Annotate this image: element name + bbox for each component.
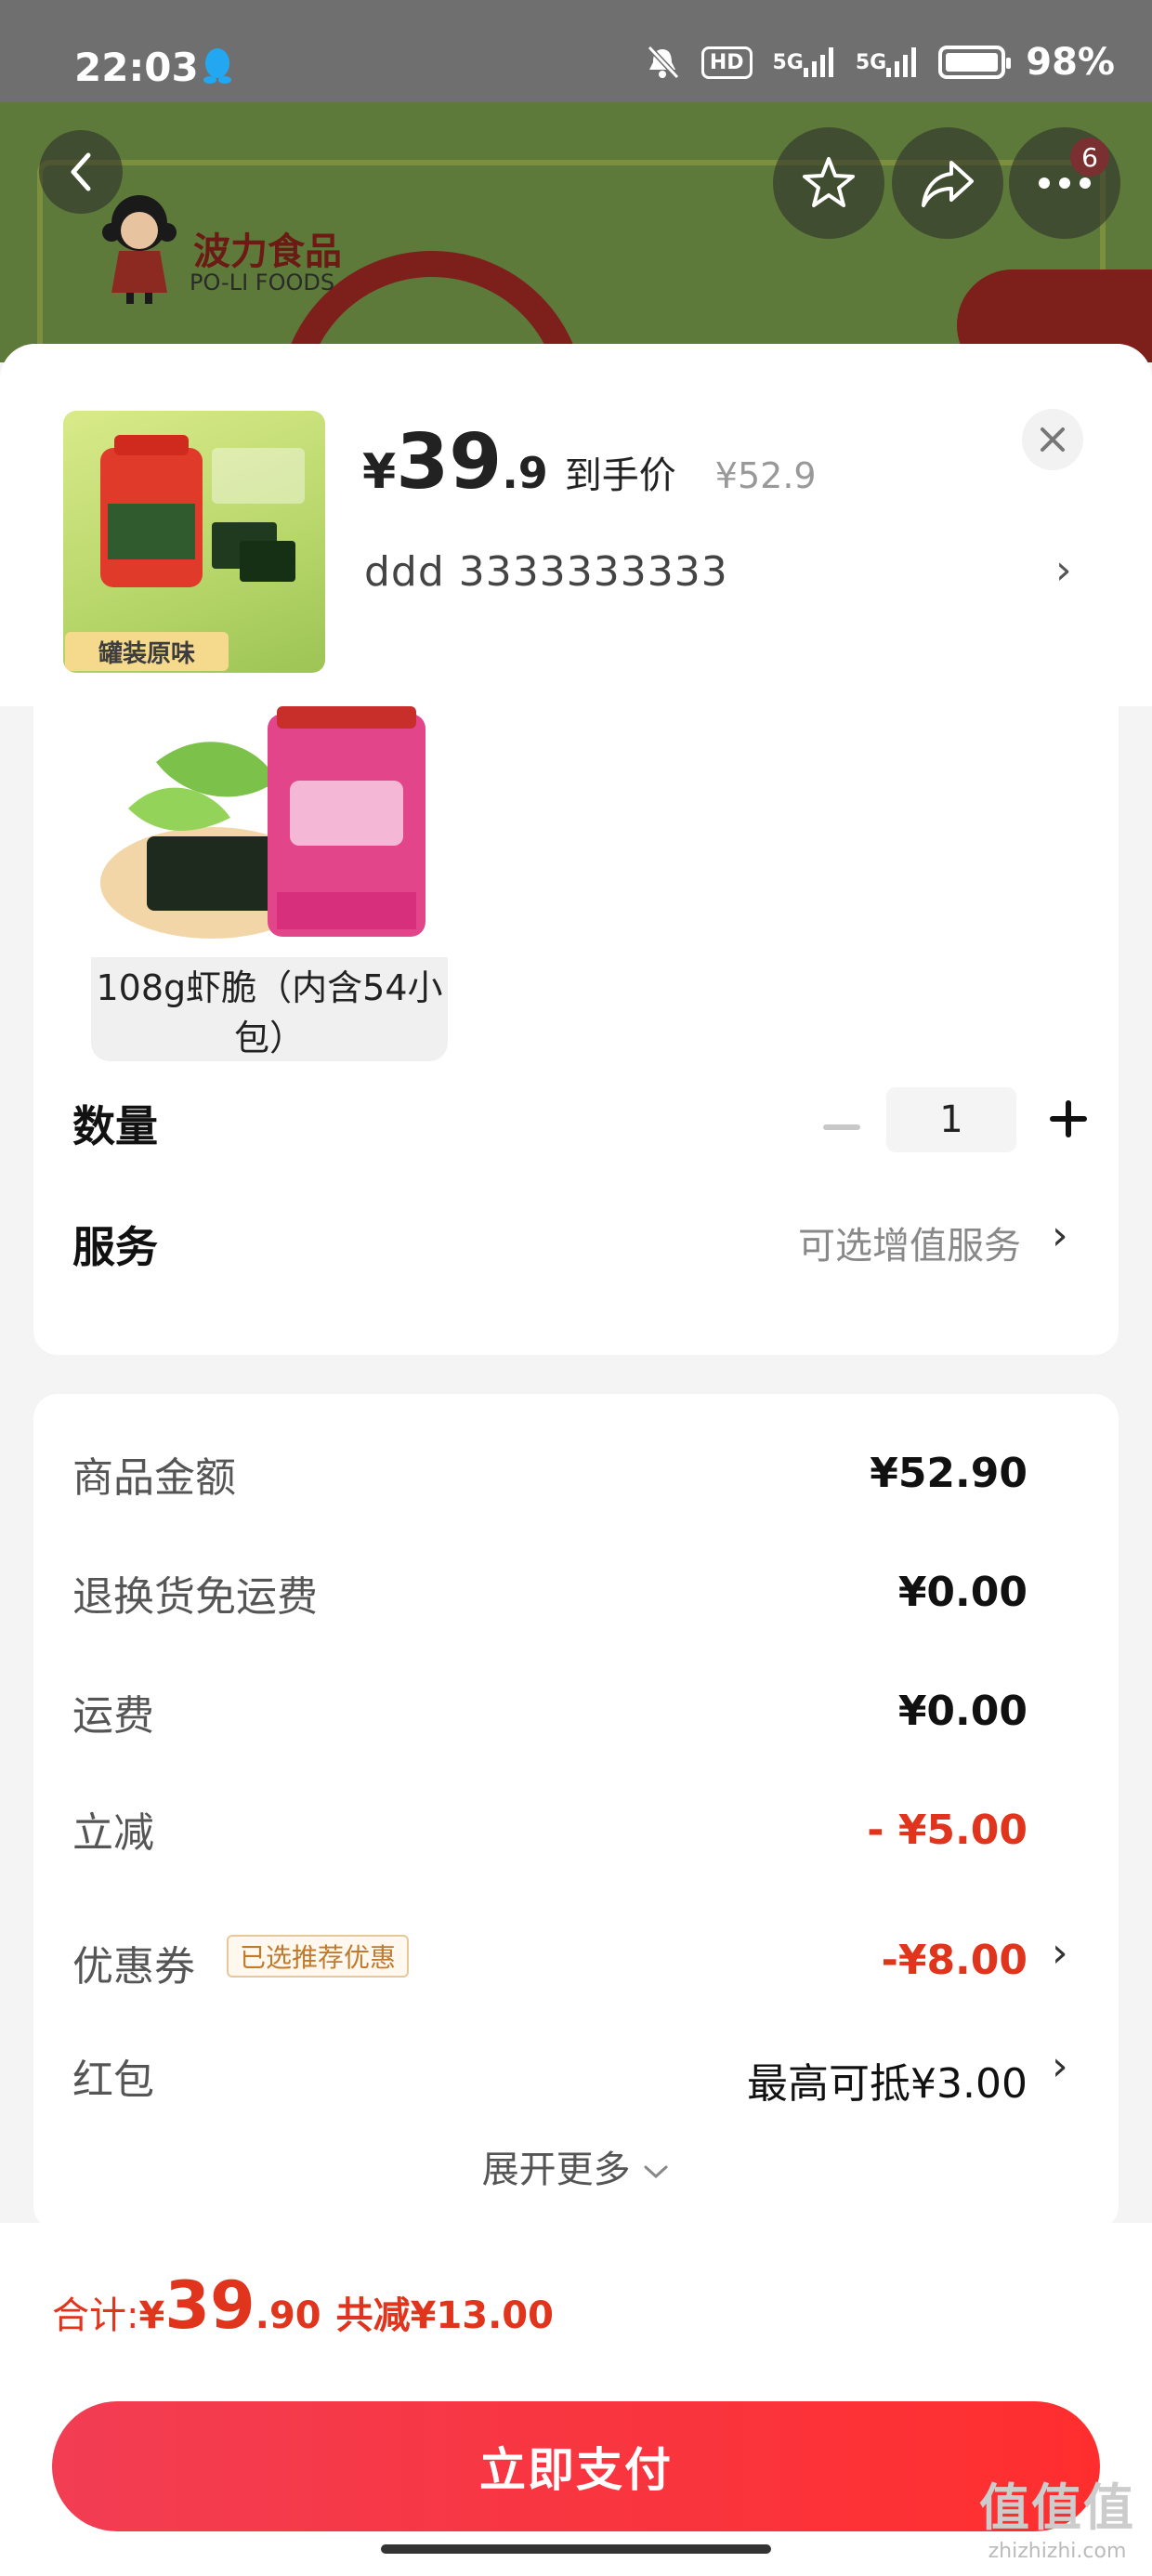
chevron-right-icon[interactable]: › — [1052, 2043, 1068, 2090]
total-label: 合计: — [52, 2294, 139, 2337]
goods-amount-value: ¥52.90 — [870, 1450, 1028, 1497]
signal-5g-icon-2: 5G — [856, 47, 918, 77]
coupon-value[interactable]: -¥8.00 — [882, 1937, 1028, 1984]
close-icon — [1041, 427, 1065, 452]
total-saved: 共减¥13.00 — [335, 2294, 554, 2337]
price-decimal: .9 — [502, 448, 548, 498]
bell-mute-icon — [647, 45, 680, 80]
shipping-value: ¥0.00 — [897, 1688, 1028, 1735]
watermark-logo: 值值值 — [979, 2478, 1135, 2537]
price-row: ¥ 39 .9 到手价 ¥52.9 — [362, 418, 817, 506]
shipping-label: 运费 — [72, 1692, 154, 1740]
thumbnail-tag: 罐装原味 — [65, 632, 229, 671]
expand-more-button[interactable]: 展开更多 — [33, 2139, 1119, 2193]
service-value[interactable]: 可选增值服务 — [798, 1216, 1021, 1269]
shipping-address[interactable]: ddd 3333333333 — [364, 548, 728, 596]
more-dots-icon — [1039, 177, 1091, 189]
service-label: 服务 — [72, 1222, 158, 1272]
chevron-right-icon[interactable]: › — [1052, 1929, 1068, 1977]
return-shipping-value: ¥0.00 — [897, 1569, 1028, 1616]
price-label: 到手价 — [564, 454, 676, 497]
pay-now-button[interactable]: 立即支付 — [52, 2401, 1100, 2531]
watermark: 值值值 zhizhizhi.com — [979, 2466, 1135, 2563]
total-integer: 39 — [164, 2267, 255, 2344]
quantity-increment-button[interactable] — [1046, 1097, 1091, 1141]
status-bar: 22:03 HD 5G 5G 98% — [0, 0, 1152, 102]
status-time: 22:03 — [74, 45, 199, 90]
quantity-input[interactable]: 1 — [886, 1087, 1016, 1152]
quantity-decrement-button[interactable] — [823, 1124, 860, 1130]
brand-name: 波力食品 — [193, 230, 342, 273]
chevron-down-icon — [644, 2165, 668, 2179]
instant-discount-value: - ¥5.00 — [867, 1807, 1028, 1854]
sheet-header: 罐装原味 ¥ 39 .9 到手价 ¥52.9 ddd 3333333333 › — [0, 344, 1152, 706]
battery-percent: 98% — [1026, 41, 1115, 84]
original-price: ¥52.9 — [714, 455, 817, 496]
variant-option[interactable]: 108g虾脆（内含54小包） — [91, 706, 448, 1061]
total-decimal: .90 — [255, 2294, 321, 2337]
price-currency: ¥ — [362, 444, 397, 500]
signal-5g-icon: 5G — [773, 47, 835, 77]
expand-more-label: 展开更多 — [481, 2149, 631, 2191]
share-icon — [922, 161, 974, 207]
total-row: 合计: ¥ 39 .90 共减¥13.00 — [52, 2267, 554, 2344]
red-packet-value[interactable]: 最高可抵¥3.00 — [747, 2050, 1028, 2109]
options-card: 108g虾脆（内含54小包） 数量 1 服务 可选增值服务 › — [33, 706, 1119, 1355]
brand-name-en: PO-LI FOODS — [190, 269, 335, 296]
variant-image — [91, 706, 448, 957]
chevron-right-icon[interactable]: › — [1055, 546, 1072, 594]
checkout-sheet: 罐装原味 ¥ 39 .9 到手价 ¥52.9 ddd 3333333333 › — [0, 344, 1152, 2576]
red-packet-label: 红包 — [72, 2057, 154, 2104]
hd-badge: HD — [700, 46, 753, 79]
coupon-tag[interactable]: 已选推荐优惠 — [227, 1935, 410, 1978]
fee-breakdown-card: 商品金额 ¥52.90 退换货免运费 ¥0.00 运费 ¥0.00 立减 - ¥… — [33, 1394, 1119, 2230]
home-indicator[interactable] — [381, 2544, 771, 2554]
qq-icon — [203, 48, 231, 84]
battery-icon — [938, 46, 1012, 79]
total-currency: ¥ — [138, 2294, 165, 2337]
coupon-label: 优惠券 — [72, 1943, 195, 1991]
instant-discount-label: 立减 — [72, 1809, 154, 1857]
favorite-button[interactable] — [773, 127, 884, 239]
share-button[interactable] — [892, 127, 1003, 239]
quantity-label: 数量 — [72, 1101, 158, 1151]
price-integer: 39 — [396, 418, 503, 506]
status-icons: HD 5G 5G 98% — [644, 41, 1115, 84]
goods-amount-label: 商品金额 — [72, 1454, 236, 1502]
product-thumbnail: 罐装原味 — [63, 411, 325, 673]
return-shipping-label: 退换货免运费 — [72, 1573, 318, 1621]
back-button[interactable] — [39, 130, 123, 214]
star-icon — [803, 157, 855, 207]
chevron-right-icon[interactable]: › — [1052, 1212, 1068, 1259]
notification-badge: 6 — [1070, 138, 1109, 177]
close-button[interactable] — [1022, 409, 1083, 470]
variant-label: 108g虾脆（内含54小包） — [96, 967, 443, 1058]
chevron-left-icon — [71, 152, 91, 191]
watermark-url: zhizhizhi.com — [988, 2540, 1127, 2563]
